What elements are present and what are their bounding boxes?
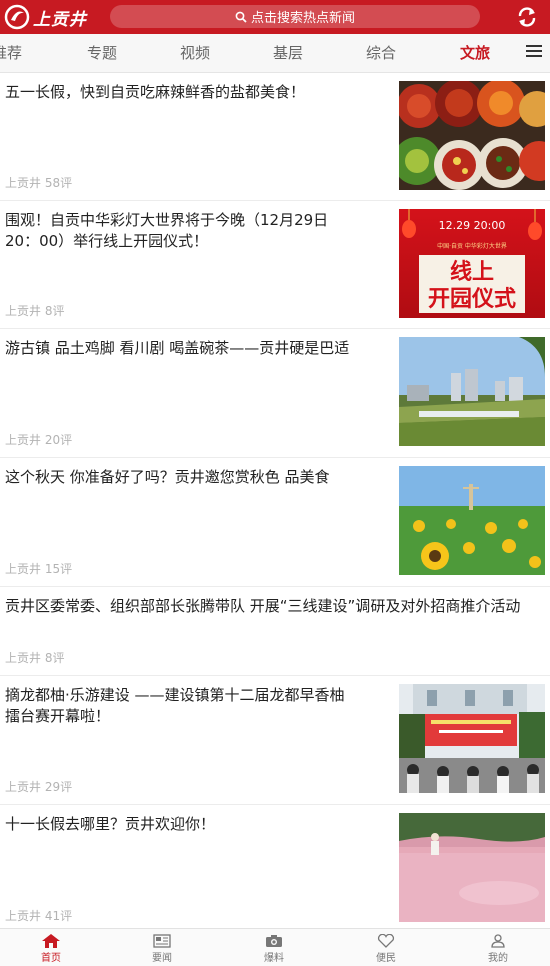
river-town-image bbox=[399, 337, 545, 446]
news-item[interactable]: 这个秋天 你准备好了吗？贡井邀您赏秋色 品美食 上贡井 15评 bbox=[0, 457, 550, 587]
news-title: 十一长假去哪里？贡井欢迎你！ bbox=[5, 815, 216, 833]
nav-home[interactable]: 首页 bbox=[21, 934, 81, 964]
nav-report[interactable]: 爆料 bbox=[244, 934, 304, 964]
nav-services-label: 便民 bbox=[376, 953, 396, 964]
bottom-nav: 首页 要闻 爆料 便民 我的 bbox=[0, 928, 550, 966]
news-title: 贡井区委常委、组织部部长张腾带队 开展“三线建设”调研及对外招商推介活动 bbox=[5, 597, 521, 615]
news-thumbnail bbox=[399, 684, 545, 793]
top-app-bar: 上贡井 点击搜索热点新闻 bbox=[0, 0, 550, 34]
poster-time: 12.29 20:00 bbox=[439, 219, 506, 232]
news-meta: 上贡井 41评 bbox=[5, 909, 73, 923]
user-icon bbox=[491, 934, 505, 948]
pink-grass-image bbox=[399, 813, 545, 922]
news-item[interactable]: 摘龙都柚·乐游建设 ——建设镇第十二届龙都早香柚擂台赛开幕啦！ 上贡井 29评 bbox=[0, 675, 550, 805]
poster-line-2: 开园仪式 bbox=[428, 286, 516, 312]
news-meta: 上贡井 8评 bbox=[5, 651, 65, 665]
news-title: 摘龙都柚·乐游建设 ——建设镇第十二届龙都早香柚擂台赛开幕啦！ bbox=[5, 686, 345, 725]
tab-general[interactable]: 综合 bbox=[366, 34, 396, 72]
news-item[interactable]: 游古镇 品土鸡脚 看川剧 喝盖碗茶——贡井硬是巴适 上贡井 20评 bbox=[0, 328, 550, 458]
heart-icon bbox=[377, 934, 395, 948]
news-item[interactable]: 贡井区委常委、组织部部长张腾带队 开展“三线建设”调研及对外招商推介活动 上贡井… bbox=[0, 586, 550, 676]
menu-icon[interactable] bbox=[526, 45, 542, 61]
sunflower-field-image bbox=[399, 466, 545, 575]
camera-icon bbox=[266, 935, 282, 947]
news-title: 五一长假，快到自贡吃麻辣鲜香的盐都美食！ bbox=[5, 83, 306, 101]
tab-grassroots[interactable]: 基层 bbox=[273, 34, 303, 72]
news-thumbnail bbox=[399, 337, 545, 446]
news-thumbnail: 12.29 20:00 中国·自贡 中华彩灯大世界 线上 开园仪式 bbox=[399, 209, 545, 318]
search-icon bbox=[235, 11, 247, 23]
nav-news[interactable]: 要闻 bbox=[132, 934, 192, 964]
tab-special[interactable]: 专题 bbox=[87, 34, 117, 72]
news-meta: 上贡井 20评 bbox=[5, 433, 73, 447]
tab-recommend[interactable]: 推荐 bbox=[0, 34, 22, 72]
search-bar[interactable]: 点击搜索热点新闻 bbox=[110, 5, 480, 28]
tab-video[interactable]: 视频 bbox=[180, 34, 210, 72]
tab-culture-tourism[interactable]: 文旅 bbox=[460, 34, 490, 72]
home-icon bbox=[42, 934, 60, 948]
app-logo[interactable]: 上贡井 bbox=[4, 3, 87, 31]
food-dishes-image bbox=[399, 81, 545, 190]
news-thumbnail bbox=[399, 81, 545, 190]
news-title: 围观！自贡中华彩灯大世界将于今晚（12月29日20：00）举行线上开园仪式！ bbox=[5, 211, 329, 250]
news-meta: 上贡井 29评 bbox=[5, 780, 73, 794]
nav-profile[interactable]: 我的 bbox=[468, 934, 528, 964]
nav-services[interactable]: 便民 bbox=[356, 934, 416, 964]
newspaper-icon bbox=[153, 934, 171, 948]
news-item[interactable]: 十一长假去哪里？贡井欢迎你！ 上贡井 41评 bbox=[0, 804, 550, 928]
news-title: 游古镇 品土鸡脚 看川剧 喝盖碗茶——贡井硬是巴适 bbox=[5, 339, 350, 357]
news-item[interactable]: 五一长假，快到自贡吃麻辣鲜香的盐都美食！ 上贡井 58评 bbox=[0, 72, 550, 201]
news-meta: 上贡井 58评 bbox=[5, 176, 73, 190]
nav-news-label: 要闻 bbox=[152, 953, 172, 964]
news-meta: 上贡井 8评 bbox=[5, 304, 65, 318]
poster-line-1: 线上 bbox=[450, 259, 494, 285]
news-item[interactable]: 围观！自贡中华彩灯大世界将于今晚（12月29日20：00）举行线上开园仪式！ 上… bbox=[0, 200, 550, 329]
news-thumbnail bbox=[399, 813, 545, 922]
logo-icon bbox=[4, 4, 30, 30]
logo-text: 上贡井 bbox=[33, 9, 87, 30]
nav-profile-label: 我的 bbox=[488, 953, 508, 964]
news-title: 这个秋天 你准备好了吗？贡井邀您赏秋色 品美食 bbox=[5, 468, 330, 486]
nav-home-label: 首页 bbox=[41, 953, 61, 964]
nav-report-label: 爆料 bbox=[264, 953, 284, 964]
search-placeholder: 点击搜索热点新闻 bbox=[250, 11, 355, 26]
category-tabs: 推荐 专题 视频 基层 综合 文旅 bbox=[0, 34, 550, 73]
news-thumbnail bbox=[399, 466, 545, 575]
poster-subtitle: 中国·自贡 中华彩灯大世界 bbox=[437, 242, 507, 250]
refresh-icon[interactable] bbox=[516, 6, 538, 28]
lantern-poster-image: 12.29 20:00 中国·自贡 中华彩灯大世界 线上 开园仪式 bbox=[399, 209, 545, 318]
news-meta: 上贡井 15评 bbox=[5, 562, 73, 576]
stage-event-image bbox=[399, 684, 545, 793]
